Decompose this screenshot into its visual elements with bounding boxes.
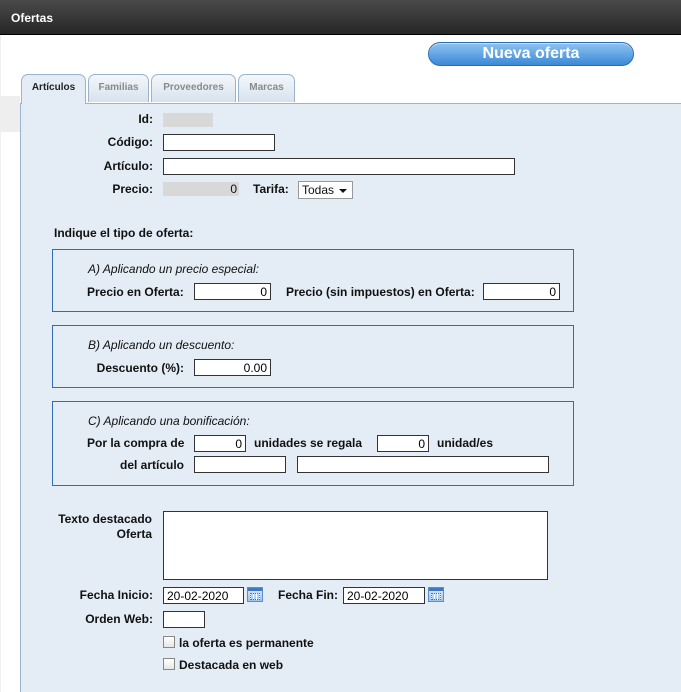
tab-articulos[interactable]: Artículos (21, 74, 86, 104)
precio-oferta-input[interactable] (194, 283, 271, 300)
precio-sin-impuestos-label: Precio (sin impuestos) en Oferta: (286, 285, 475, 299)
tab-familias[interactable]: Familias (88, 74, 149, 102)
codigo-input[interactable] (163, 134, 275, 151)
window-titlebar: Ofertas (0, 0, 681, 35)
texto-destacado-textarea[interactable] (163, 511, 548, 580)
section-c-title: C) Aplicando una bonificación: (88, 414, 250, 428)
texto-destacado-label-line2: Oferta (116, 527, 152, 541)
regala-unidades-input[interactable] (377, 435, 429, 452)
unidades-regala-label: unidades se regala (254, 436, 363, 450)
orden-web-input[interactable] (163, 611, 205, 628)
destacada-web-checkbox[interactable] (163, 658, 175, 670)
articulo-label: Artículo: (103, 159, 153, 173)
calendar-icon[interactable] (247, 587, 263, 602)
orden-web-label: Orden Web: (85, 612, 153, 626)
tarifa-label: Tarifa: (253, 182, 289, 196)
section-b-title: B) Aplicando un descuento: (88, 338, 235, 352)
descuento-input[interactable] (194, 359, 271, 376)
chevron-down-icon (339, 189, 347, 193)
descuento-label: Descuento (%): (96, 361, 184, 375)
unidades-label: unidad/es (437, 436, 494, 450)
permanente-label: la oferta es permanente (179, 636, 314, 650)
left-gray-strip (0, 96, 20, 132)
del-articulo-label: del artículo (120, 458, 185, 472)
tarifa-select[interactable]: Todas (298, 181, 353, 199)
articulo-input[interactable] (163, 158, 515, 175)
precio-sin-impuestos-input[interactable] (483, 283, 560, 300)
section-precio-especial (52, 249, 574, 312)
new-offer-button[interactable]: Nueva oferta (428, 42, 634, 66)
bonificacion-articulo-name-input[interactable] (297, 456, 549, 473)
destacada-web-label: Destacada en web (179, 658, 284, 672)
id-value (163, 113, 213, 127)
fecha-inicio-input[interactable] (163, 587, 244, 604)
tarifa-selected: Todas (302, 183, 335, 197)
por-compra-label: Por la compra de (87, 436, 185, 450)
compra-unidades-input[interactable] (194, 435, 246, 452)
precio-label: Precio: (112, 182, 153, 196)
tipo-oferta-heading: Indique el tipo de oferta: (54, 226, 194, 240)
tab-marcas[interactable]: Marcas (238, 74, 295, 102)
fecha-fin-input[interactable] (343, 587, 425, 604)
fecha-inicio-label: Fecha Inicio: (79, 588, 153, 602)
permanente-checkbox[interactable] (163, 636, 175, 648)
window-title: Ofertas (11, 11, 54, 25)
texto-destacado-label-line1: Texto destacado (58, 512, 152, 526)
tab-proveedores[interactable]: Proveedores (151, 74, 236, 102)
id-label: Id: (138, 112, 153, 126)
precio-oferta-label: Precio en Oferta: (87, 285, 184, 299)
codigo-label: Código: (107, 135, 153, 149)
precio-value: 0 (163, 182, 239, 196)
bonificacion-articulo-code-input[interactable] (194, 456, 286, 473)
section-descuento (52, 325, 574, 388)
fecha-fin-label: Fecha Fin: (278, 588, 339, 602)
section-a-title: A) Aplicando un precio especial: (88, 262, 259, 276)
calendar-icon[interactable] (428, 587, 444, 602)
